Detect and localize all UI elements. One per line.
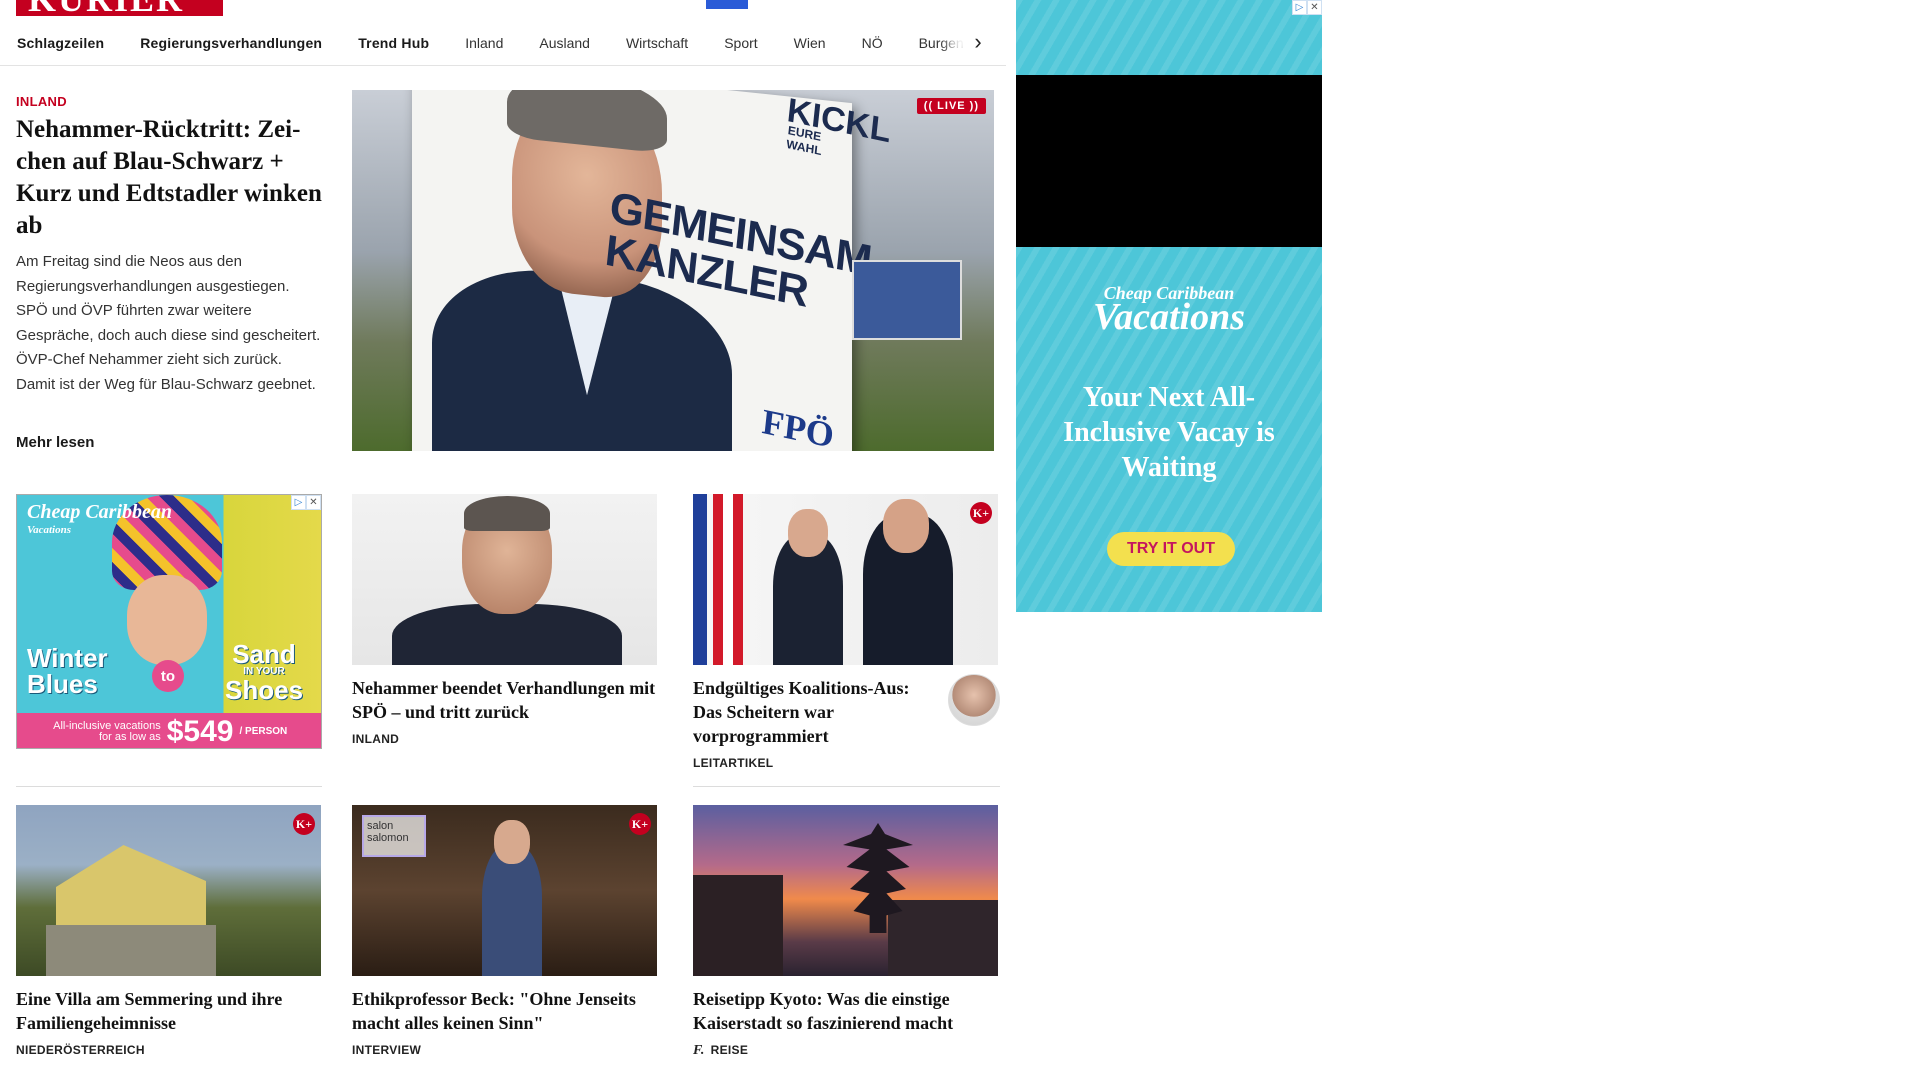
article-card[interactable]: salon salomon K+ Ethikprofessor Beck: "O… bbox=[352, 805, 657, 1057]
nav-item-ausland[interactable]: Ausland bbox=[521, 35, 608, 51]
ad-palm-pattern bbox=[1016, 0, 1322, 75]
article-category[interactable]: NIEDERÖSTERREICH bbox=[16, 1043, 321, 1057]
article-category[interactable]: INLAND bbox=[352, 732, 657, 746]
header-marker bbox=[706, 0, 748, 9]
nav-item-inland[interactable]: Inland bbox=[447, 35, 521, 51]
article-category[interactable]: INTERVIEW bbox=[352, 1043, 657, 1057]
salon-salomon-logo: salon salomon bbox=[362, 815, 426, 857]
divider bbox=[16, 786, 322, 787]
premium-badge-icon: K+ bbox=[293, 813, 315, 835]
ad-brand-logo: Cheap Caribbean Vacations bbox=[27, 501, 173, 539]
ad-controls: ▷ ✕ bbox=[291, 495, 321, 510]
premium-badge-icon: K+ bbox=[629, 813, 651, 835]
kyoto-house-right bbox=[888, 900, 998, 976]
ad-right-text: Sand IN YOUR Shoes bbox=[225, 641, 303, 703]
poster-party: FPÖ bbox=[760, 401, 836, 451]
billboard: KICKL EURE WAHL GEMEINSAM KANZLER FPÖ bbox=[412, 90, 893, 451]
article-title[interactable]: Reisetipp Kyoto: Was die einstige Kaiser… bbox=[693, 987, 998, 1035]
image-face-2 bbox=[883, 499, 929, 553]
article-image[interactable] bbox=[693, 805, 998, 976]
ad-headline: Your Next All-Inclusive Vacay is Waiting bbox=[1063, 382, 1275, 483]
austria-flag bbox=[713, 494, 743, 665]
nav-item-trend-hub[interactable]: Trend Hub bbox=[340, 35, 447, 51]
ad-offer-band: All-inclusive vacations for as low as $5… bbox=[17, 713, 321, 748]
image-hair bbox=[464, 496, 550, 531]
article-image[interactable] bbox=[352, 494, 657, 665]
article-image[interactable]: K+ bbox=[16, 805, 321, 976]
background-poster bbox=[852, 260, 962, 340]
ad-offer-text: All-inclusive vacations for as low as bbox=[53, 719, 161, 743]
close-icon[interactable]: ✕ bbox=[1307, 0, 1322, 15]
author-avatar[interactable] bbox=[948, 674, 1000, 726]
article-image[interactable]: K+ bbox=[693, 494, 998, 665]
article-title[interactable]: Ethikprofessor Beck: "Ohne Jen­seits mac… bbox=[352, 987, 657, 1035]
nav-item-regierungsverhandlungen[interactable]: Regierungsverhandlungen bbox=[122, 35, 340, 51]
article-card[interactable]: Reisetipp Kyoto: Was die einstige Kaiser… bbox=[693, 805, 998, 1059]
divider bbox=[693, 786, 1000, 787]
villa-base bbox=[46, 925, 216, 976]
ad-cta-button[interactable]: TRY IT OUT bbox=[1107, 532, 1235, 566]
ad-skyscraper[interactable]: Cheap Caribbean Vacations Your Next All-… bbox=[1016, 0, 1322, 612]
ad-banner-small[interactable]: Cheap Caribbean Vacations Winter Blues t… bbox=[16, 494, 322, 749]
nav-item-schlagzeilen[interactable]: Schlagzeilen bbox=[0, 35, 122, 51]
hero-image[interactable]: KICKL EURE WAHL GEMEINSAM KANZLER FPÖ ((… bbox=[352, 90, 994, 451]
ad-price: $549 bbox=[166, 714, 234, 748]
section-nav: Schlagzeilen Regierungsverhandlungen Tre… bbox=[0, 20, 1006, 66]
adchoices-icon[interactable]: ▷ bbox=[291, 495, 306, 510]
article-category[interactable]: f. REISE bbox=[693, 1043, 998, 1059]
adchoices-icon[interactable]: ▷ bbox=[1292, 0, 1307, 15]
ad-controls: ▷ ✕ bbox=[1292, 0, 1322, 15]
ad-brand: Cheap Caribbean bbox=[27, 501, 173, 523]
ad-per-person: / PERSON bbox=[239, 726, 288, 737]
nav-item-wirtschaft[interactable]: Wirtschaft bbox=[608, 35, 706, 51]
ad-brand-sub: Vacations bbox=[27, 524, 72, 536]
article-title[interactable]: Endgültiges Koalitions-Aus: Das Scheiter… bbox=[693, 676, 923, 748]
article-image[interactable]: salon salomon K+ bbox=[352, 805, 657, 976]
hero-teaser: Am Freitag sind die Neos aus den Regieru… bbox=[16, 253, 321, 393]
nav-item-wien[interactable]: Wien bbox=[776, 35, 844, 51]
nav-item-sport[interactable]: Sport bbox=[706, 35, 775, 51]
chevron-right-icon[interactable]: › bbox=[964, 28, 992, 56]
eu-flag bbox=[693, 494, 707, 665]
article-card[interactable]: K+ Endgültiges Koalitions-Aus: Das Schei… bbox=[693, 494, 998, 770]
image-face bbox=[494, 820, 530, 864]
article-card[interactable]: Nehammer beendet Verhandlungen mit SPÖ –… bbox=[352, 494, 657, 746]
premium-badge-icon: K+ bbox=[970, 502, 992, 524]
article-title[interactable]: Nehammer beendet Verhandlungen mit SPÖ –… bbox=[352, 676, 657, 724]
ad-shoes: Shoes bbox=[225, 675, 304, 705]
ad-brand-sub: Vacations bbox=[1092, 296, 1246, 338]
ad-brand-logo: Cheap Caribbean Vacations bbox=[1016, 284, 1322, 336]
kyoto-house-left bbox=[693, 875, 783, 976]
close-icon[interactable]: ✕ bbox=[306, 495, 321, 510]
article-category[interactable]: LEITARTIKEL bbox=[693, 756, 998, 770]
article-card[interactable]: K+ Eine Villa am Semmering und ihre Fami… bbox=[16, 805, 321, 1057]
hero-category[interactable]: INLAND bbox=[16, 94, 67, 109]
kurier-logo[interactable]: KURIER bbox=[16, 0, 223, 16]
ad-left-text: Winter Blues bbox=[27, 643, 108, 699]
read-more-link[interactable]: Mehr lesen bbox=[16, 434, 94, 451]
nav-item-noe[interactable]: NÖ bbox=[844, 35, 901, 51]
image-face-1 bbox=[788, 509, 828, 557]
image-person bbox=[482, 845, 542, 976]
article-category-label: REISE bbox=[710, 1043, 749, 1057]
hero-headline[interactable]: Nehammer-Rücktritt: Zei­chen auf Blau-Sc… bbox=[16, 114, 326, 242]
ad-sand: Sand bbox=[232, 639, 296, 669]
ad-model bbox=[127, 575, 207, 665]
freizeit-icon: f. bbox=[693, 1043, 705, 1058]
article-title[interactable]: Eine Villa am Semmering und ihre Familie… bbox=[16, 987, 321, 1035]
ad-connector: to bbox=[152, 660, 184, 692]
logo-text: KURIER bbox=[28, 0, 184, 16]
live-badge: (( LIVE )) bbox=[916, 98, 986, 114]
ad-video-area bbox=[1016, 75, 1322, 247]
